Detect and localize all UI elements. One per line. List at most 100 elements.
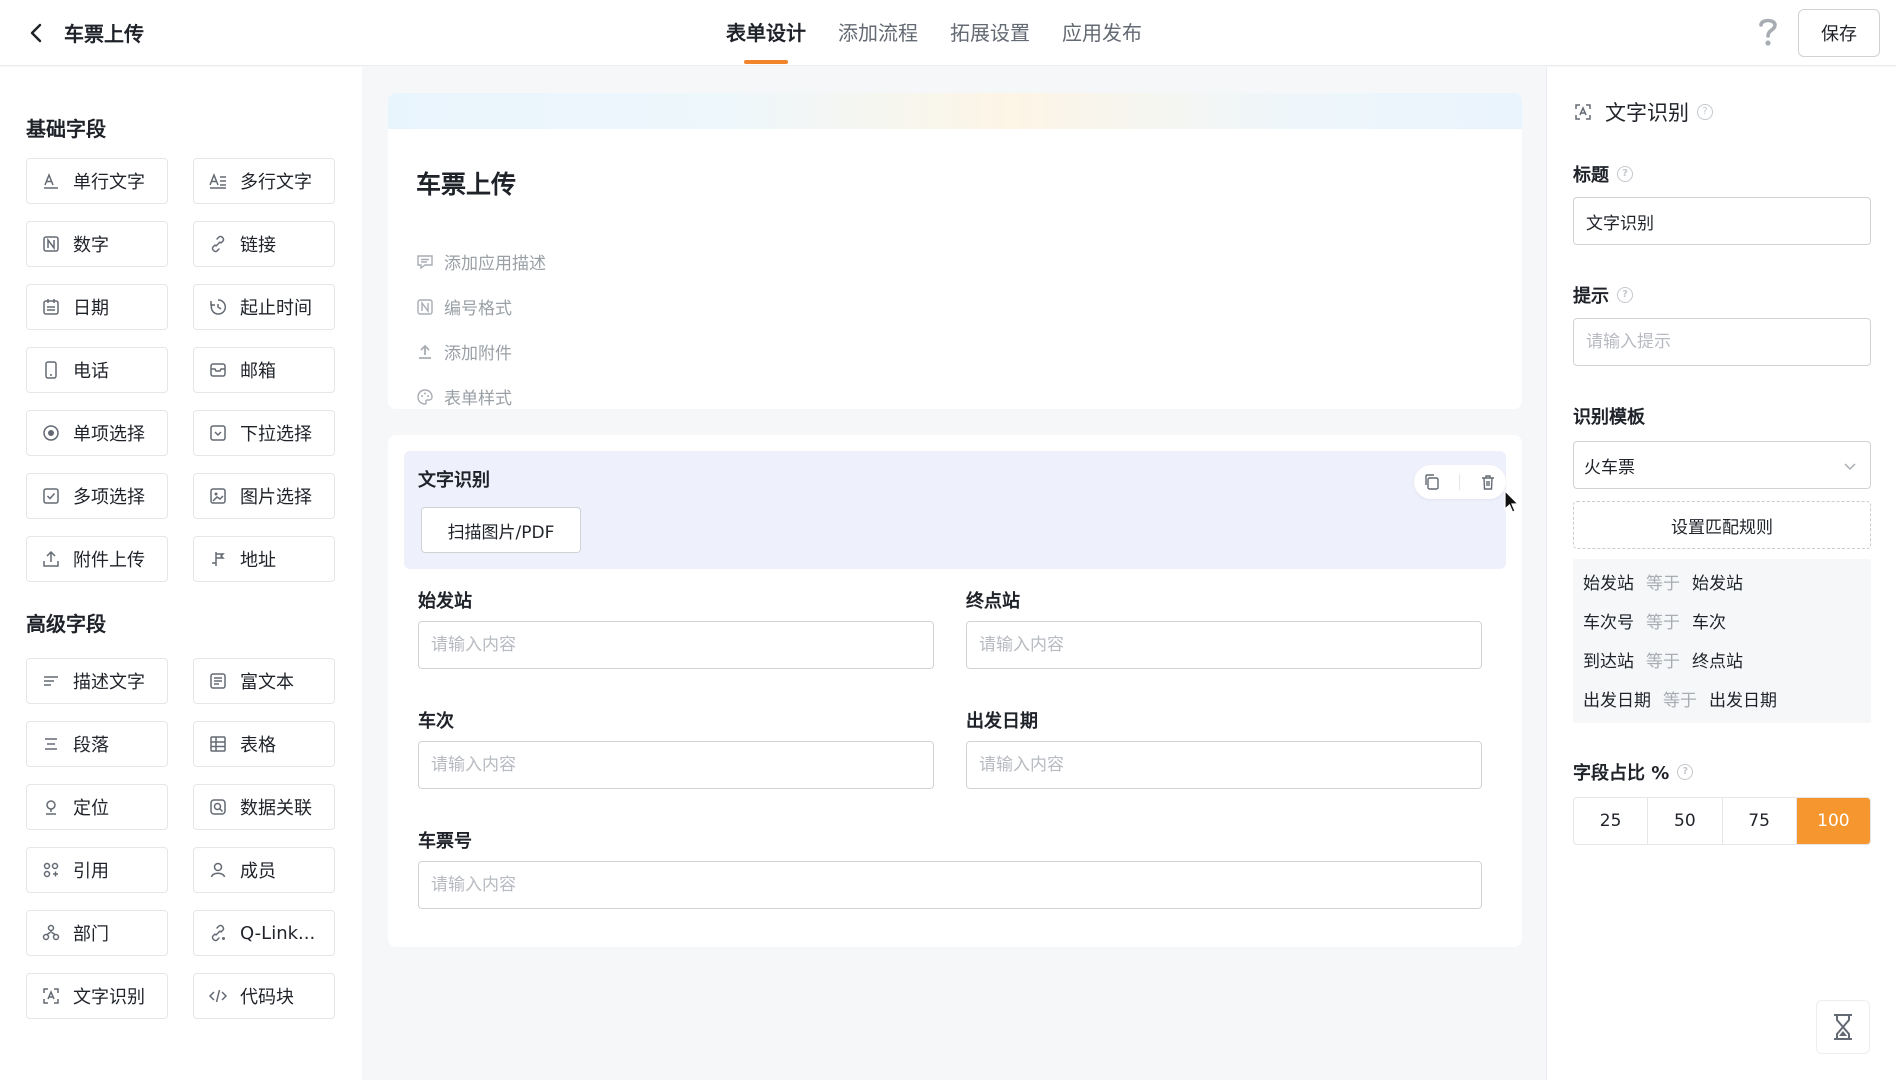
field-label: 引用 xyxy=(73,861,109,882)
hourglass-icon xyxy=(1834,1014,1852,1040)
field-link[interactable]: 链接 xyxy=(193,221,335,267)
train-number-input[interactable] xyxy=(418,741,934,789)
form-style[interactable]: 表单样式 xyxy=(416,384,512,409)
field-q-link[interactable]: Q-Link... xyxy=(193,910,335,956)
field-checkbox[interactable]: 多项选择 xyxy=(26,473,168,519)
back-arrow-icon[interactable] xyxy=(22,18,52,48)
field-data-link[interactable]: 数据关联 xyxy=(193,784,335,830)
tab-app-publish[interactable]: 应用发布 xyxy=(1062,0,1142,66)
help-icon[interactable] xyxy=(1752,14,1784,50)
number-format[interactable]: 编号格式 xyxy=(416,294,512,319)
title-input[interactable] xyxy=(1573,197,1871,245)
help-circle-icon[interactable]: ? xyxy=(1677,764,1694,780)
field-address[interactable]: 地址 xyxy=(193,536,335,582)
field-label: 代码块 xyxy=(240,987,294,1008)
location-icon xyxy=(46,800,56,815)
rich-text-icon xyxy=(210,673,226,689)
radio-icon xyxy=(43,425,59,441)
basic-fields-title: 基础字段 xyxy=(26,117,106,141)
from-station-label: 始发站 xyxy=(418,591,472,612)
tab-form-design[interactable]: 表单设计 xyxy=(726,0,806,66)
field-ocr[interactable]: 文字识别 xyxy=(26,973,168,1019)
field-label: 单项选择 xyxy=(73,424,145,445)
help-circle-icon[interactable]: ? xyxy=(1697,104,1713,120)
field-number[interactable]: 数字 xyxy=(26,221,168,267)
field-label: 文字识别 xyxy=(73,987,145,1008)
add-attachment[interactable]: 添加附件 xyxy=(416,339,512,364)
image-icon xyxy=(210,488,226,504)
scan-image-pdf-button[interactable]: 扫描图片/PDF xyxy=(421,507,581,553)
field-department[interactable]: 部门 xyxy=(26,910,168,956)
from-station-input[interactable] xyxy=(418,621,934,669)
q-link-icon xyxy=(211,924,225,942)
field-radio[interactable]: 单项选择 xyxy=(26,410,168,456)
toolbar-divider xyxy=(1459,474,1461,490)
width-option-25[interactable]: 25 xyxy=(1574,798,1649,844)
field-time-range[interactable]: 起止时间 xyxy=(193,284,335,330)
width-option-50[interactable]: 50 xyxy=(1648,798,1723,844)
comment-icon xyxy=(417,254,433,269)
rule-op: 等于 xyxy=(1663,691,1697,711)
calendar-icon xyxy=(43,299,59,315)
rule-op: 等于 xyxy=(1646,574,1680,594)
field-member[interactable]: 成员 xyxy=(193,847,335,893)
chevron-down-icon xyxy=(1844,463,1856,471)
field-rich-text[interactable]: 富文本 xyxy=(193,658,335,704)
width-option-75[interactable]: 75 xyxy=(1723,798,1797,844)
field-label: 数字 xyxy=(73,235,109,256)
add-description[interactable]: 添加应用描述 xyxy=(416,249,546,274)
field-label: 邮箱 xyxy=(240,361,276,382)
field-date[interactable]: 日期 xyxy=(26,284,168,330)
field-table[interactable]: 表格 xyxy=(193,721,335,767)
tab-add-flow[interactable]: 添加流程 xyxy=(838,0,918,66)
ocr-field-block[interactable]: 文字识别 扫描图片/PDF xyxy=(404,451,1506,569)
save-button[interactable]: 保存 xyxy=(1798,9,1880,57)
form-title[interactable]: 车票上传 xyxy=(416,165,516,201)
field-upload[interactable]: 附件上传 xyxy=(26,536,168,582)
field-label: 数据关联 xyxy=(240,798,312,819)
single-line-text-icon xyxy=(44,172,58,189)
ticket-number-input[interactable] xyxy=(418,861,1482,909)
field-reference[interactable]: 引用 xyxy=(26,847,168,893)
tab-extend-settings[interactable]: 拓展设置 xyxy=(950,0,1030,66)
rule-target: 车次 xyxy=(1692,613,1726,633)
form-info-card: 车票上传 添加应用描述 编号格式 添加附件 表单样式 xyxy=(388,93,1522,409)
copy-icon[interactable] xyxy=(1423,473,1441,491)
field-single-line-text[interactable]: 单行文字 xyxy=(26,158,168,204)
field-location[interactable]: 定位 xyxy=(26,784,168,830)
field-code-block[interactable]: 代码块 xyxy=(193,973,335,1019)
rule-target: 始发站 xyxy=(1692,574,1743,594)
rule-field: 始发站 xyxy=(1583,574,1634,594)
table-icon xyxy=(210,736,226,752)
member-icon xyxy=(210,862,226,878)
trash-icon[interactable] xyxy=(1479,473,1497,491)
field-paragraph[interactable]: 段落 xyxy=(26,721,168,767)
hint-input[interactable] xyxy=(1573,318,1871,366)
template-select[interactable]: 火车票 xyxy=(1573,441,1871,489)
set-match-rules-button[interactable]: 设置匹配规则 xyxy=(1573,501,1871,549)
width-ratio-label: 字段占比 % ? xyxy=(1573,759,1694,785)
departure-date-input[interactable] xyxy=(966,741,1482,789)
field-multi-line-text[interactable]: 多行文字 xyxy=(193,158,335,204)
history-button[interactable] xyxy=(1816,1000,1870,1054)
help-circle-icon[interactable]: ? xyxy=(1617,166,1633,182)
to-station-input[interactable] xyxy=(966,621,1482,669)
match-rules-list: 始发站 等于 始发站 车次号 等于 车次 到达站 等于 终点站 出发日期 等于 出发日期 xyxy=(1573,559,1871,723)
ticket-number-label: 车票号 xyxy=(418,831,472,852)
field-mail[interactable]: 邮箱 xyxy=(193,347,335,393)
field-label: 多项选择 xyxy=(73,487,145,508)
help-circle-icon[interactable]: ? xyxy=(1617,287,1633,303)
header-gradient xyxy=(388,93,1522,129)
field-phone[interactable]: 电话 xyxy=(26,347,168,393)
form-canvas: 车票上传 添加应用描述 编号格式 添加附件 表单样式 文字识别 扫描图片/PDF xyxy=(362,67,1546,1080)
field-description[interactable]: 描述文字 xyxy=(26,658,168,704)
width-option-100[interactable]: 100 xyxy=(1796,798,1870,844)
field-dropdown[interactable]: 下拉选择 xyxy=(193,410,335,456)
field-label: 起止时间 xyxy=(240,298,312,319)
width-ratio-selector: 25 50 75 100 xyxy=(1573,797,1871,845)
code-icon xyxy=(208,989,228,1003)
field-image-select[interactable]: 图片选择 xyxy=(193,473,335,519)
field-label: 附件上传 xyxy=(73,550,145,571)
app-title: 车票上传 xyxy=(64,22,144,46)
field-label: 日期 xyxy=(73,298,109,319)
